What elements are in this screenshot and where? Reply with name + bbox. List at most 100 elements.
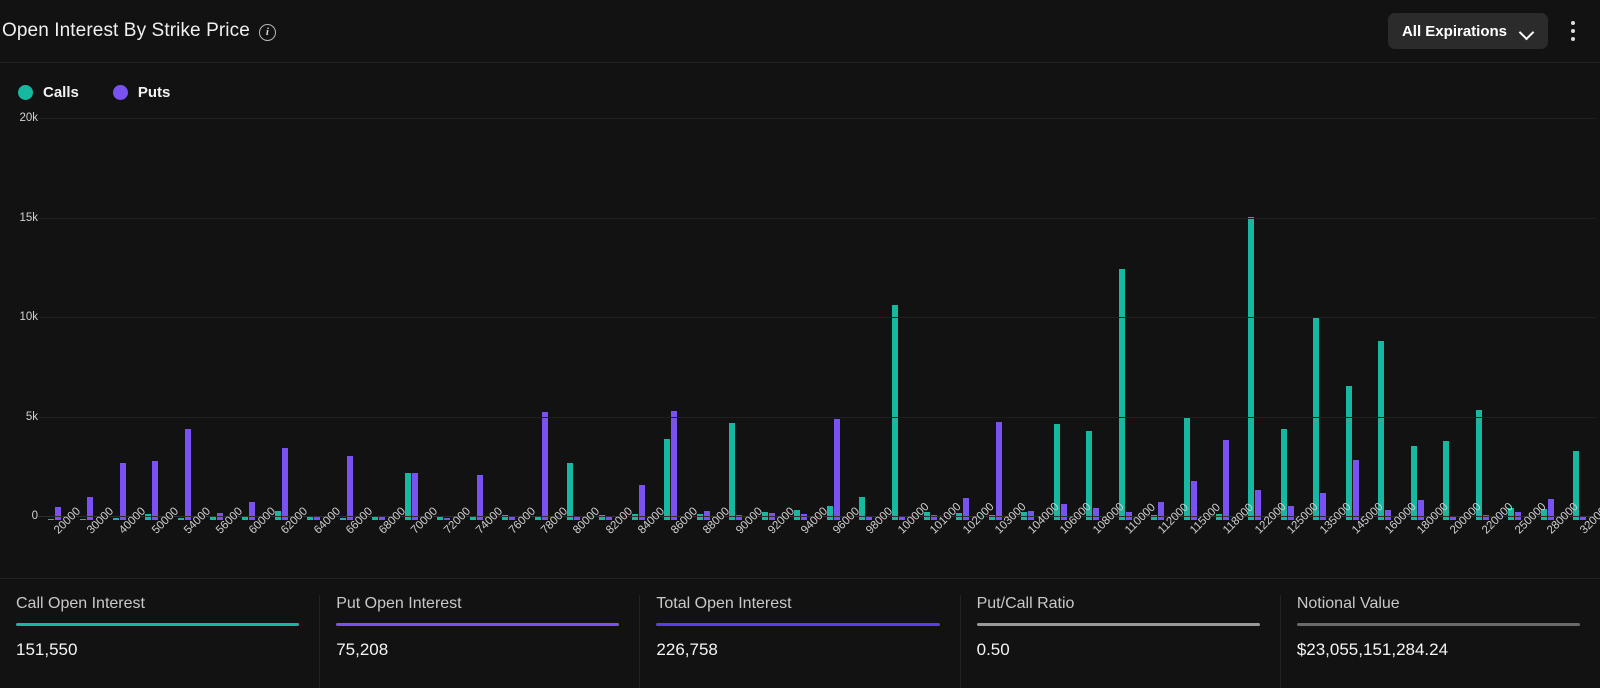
bar-group[interactable] <box>1012 122 1044 520</box>
stat-card: Notional Value $23,055,151,284.24 <box>1279 595 1600 688</box>
panel-header: Open Interest By Strike Price i All Expi… <box>0 0 1600 63</box>
bar-group[interactable] <box>200 122 232 520</box>
bar-call <box>664 439 671 520</box>
bar-call <box>177 517 184 520</box>
stat-accent-rule <box>336 623 620 626</box>
bar-group[interactable] <box>103 122 135 520</box>
expiration-dropdown-label: All Expirations <box>1401 22 1507 40</box>
y-axis: 0 5k 10k 15k 20k <box>0 112 38 522</box>
bar-group[interactable] <box>849 122 881 520</box>
y-axis-tick: 15k <box>19 211 38 224</box>
bar-group[interactable] <box>1433 122 1465 520</box>
bar-group[interactable] <box>330 122 362 520</box>
plot-area <box>38 118 1596 520</box>
bar-group[interactable] <box>817 122 849 520</box>
gridline <box>38 317 1596 318</box>
bar-group[interactable] <box>525 122 557 520</box>
bar-group[interactable] <box>1077 122 1109 520</box>
bar-group[interactable] <box>687 122 719 520</box>
bar-group[interactable] <box>752 122 784 520</box>
bar-call <box>1378 340 1385 520</box>
bar-put <box>1060 504 1067 520</box>
bar-group[interactable] <box>70 122 102 520</box>
summary-stats: Call Open Interest 151,550 Put Open Intere… <box>0 578 1600 688</box>
bar-group[interactable] <box>622 122 654 520</box>
chart-legend: Calls Puts <box>18 84 170 101</box>
bar-put <box>638 485 645 520</box>
bar-group[interactable] <box>1271 122 1303 520</box>
bar-put <box>1223 440 1230 520</box>
bar-call <box>112 518 119 520</box>
bar-group[interactable] <box>1401 122 1433 520</box>
kebab-dot <box>1571 37 1575 41</box>
legend-label-calls: Calls <box>43 84 79 101</box>
bar-chart: 0 5k 10k 15k 20k 20000 30000 40000 50000 54000 56… <box>0 112 1600 536</box>
bar-group[interactable] <box>784 122 816 520</box>
kebab-menu-icon[interactable] <box>1562 14 1584 48</box>
bar-group[interactable] <box>979 122 1011 520</box>
bar-group[interactable] <box>427 122 459 520</box>
stat-label: Put Open Interest <box>336 595 462 612</box>
open-interest-panel: Open Interest By Strike Price i All Expi… <box>0 0 1600 688</box>
stat-accent-rule <box>16 623 300 626</box>
bar-group[interactable] <box>1466 122 1498 520</box>
bar-call <box>1345 385 1352 520</box>
stat-card: Call Open Interest 151,550 <box>0 595 319 688</box>
bar-call <box>891 305 898 520</box>
bar-group[interactable] <box>720 122 752 520</box>
bar-group[interactable] <box>460 122 492 520</box>
bar-group[interactable] <box>298 122 330 520</box>
bar-put <box>1417 500 1424 520</box>
bar-call <box>80 518 87 520</box>
bar-group[interactable] <box>1206 122 1238 520</box>
bar-group[interactable] <box>947 122 979 520</box>
legend-item-calls[interactable]: Calls <box>18 84 79 101</box>
bar-call <box>437 516 444 520</box>
expiration-dropdown[interactable]: All Expirations <box>1387 13 1548 49</box>
bar-group[interactable] <box>590 122 622 520</box>
bar-group[interactable] <box>363 122 395 520</box>
info-icon[interactable]: i <box>258 23 276 41</box>
bar-group[interactable] <box>1369 122 1401 520</box>
bar-group[interactable] <box>882 122 914 520</box>
gridline <box>38 118 1596 119</box>
bar-call <box>1313 318 1320 520</box>
bar-group[interactable] <box>233 122 265 520</box>
bar-group[interactable] <box>1239 122 1271 520</box>
bar-group[interactable] <box>1174 122 1206 520</box>
bar-group[interactable] <box>1044 122 1076 520</box>
bar-group[interactable] <box>1109 122 1141 520</box>
bar-put <box>152 461 159 520</box>
bar-group[interactable] <box>655 122 687 520</box>
bar-group[interactable] <box>1498 122 1530 520</box>
bar-group[interactable] <box>492 122 524 520</box>
stat-label: Call Open Interest <box>16 595 145 612</box>
chevron-down-icon <box>1520 27 1534 36</box>
bar-group[interactable] <box>38 122 70 520</box>
bar-group[interactable] <box>1141 122 1173 520</box>
bar-group[interactable] <box>265 122 297 520</box>
stat-value: 226,758 <box>656 640 718 659</box>
bar-call <box>1248 216 1255 520</box>
legend-item-puts[interactable]: Puts <box>112 84 171 101</box>
bar-group[interactable] <box>135 122 167 520</box>
bar-group[interactable] <box>914 122 946 520</box>
page-title: Open Interest By Strike Price <box>2 20 250 41</box>
bar-groups <box>38 122 1596 520</box>
bar-group[interactable] <box>1531 122 1563 520</box>
kebab-dot <box>1571 21 1575 25</box>
bar-group[interactable] <box>1336 122 1368 520</box>
bar-put <box>411 473 418 520</box>
bar-group[interactable] <box>168 122 200 520</box>
legend-label-puts: Puts <box>137 84 171 101</box>
bar-call <box>1118 269 1125 520</box>
bar-group[interactable] <box>1304 122 1336 520</box>
stat-label: Total Open Interest <box>656 595 792 612</box>
bar-call <box>47 518 54 520</box>
bar-group[interactable] <box>395 122 427 520</box>
y-axis-tick: 20k <box>19 112 38 124</box>
bar-group[interactable] <box>557 122 589 520</box>
stat-accent-rule <box>1296 623 1581 626</box>
bar-group[interactable] <box>1563 122 1595 520</box>
y-axis-tick: 5k <box>25 410 38 423</box>
